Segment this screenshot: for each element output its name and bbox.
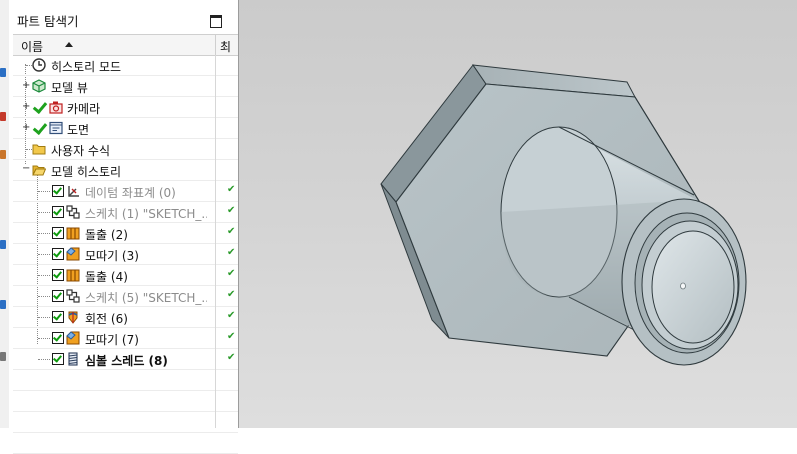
feature-checkbox[interactable] — [52, 185, 64, 197]
tree-row[interactable]: 데이텀 좌표계 (0) ✔ — [13, 181, 238, 202]
tree-row-label: 도면 — [67, 123, 90, 137]
chamfer-icon — [66, 247, 80, 261]
clock-icon — [32, 58, 46, 72]
status-check-icon: ✔ — [227, 331, 236, 342]
expand-plus-icon[interactable]: + — [22, 81, 30, 91]
graphics-viewport[interactable] — [239, 0, 797, 428]
status-check-icon: ✔ — [227, 310, 236, 321]
feature-checkbox[interactable] — [52, 332, 64, 344]
column-name-header[interactable]: 이름 — [21, 38, 43, 55]
drawing-sheet-icon — [49, 121, 63, 135]
tree-row[interactable]: 히스토리 모드 — [13, 55, 238, 76]
tree-row[interactable]: 스케치 (5) "SKETCH_... ✔ — [13, 286, 238, 307]
tree-row-label: 심볼 스레드 (8) — [85, 354, 168, 368]
status-check-icon: ✔ — [227, 247, 236, 258]
symbolic-thread-icon — [68, 352, 78, 366]
tree-row[interactable]: 사용자 수식 — [13, 139, 238, 160]
maximize-icon[interactable] — [210, 15, 222, 28]
revolve-icon — [68, 311, 78, 324]
sort-ascending-icon[interactable] — [65, 42, 73, 47]
status-check-icon: ✔ — [227, 268, 236, 279]
tree-row[interactable]: 모따기 (3) ✔ — [13, 244, 238, 265]
sketch-icon — [66, 289, 80, 303]
tree-row-label: 모따기 (7) — [85, 333, 139, 347]
column2-header[interactable]: 최 — [220, 38, 234, 55]
tree-row-label: 모델 히스토리 — [51, 165, 122, 179]
green-check-icon — [32, 98, 48, 115]
tree-row[interactable]: 모따기 (7) ✔ — [13, 328, 238, 349]
tree-row[interactable]: − 모델 히스토리 — [13, 160, 238, 181]
tree-row[interactable]: 돌출 (4) ✔ — [13, 265, 238, 286]
tree-row-label: 모델 뷰 — [51, 81, 88, 95]
toolbar-blue-icon-3[interactable] — [0, 300, 6, 309]
feature-checkbox[interactable] — [52, 269, 64, 281]
tree-row[interactable]: 회전 (6) ✔ — [13, 307, 238, 328]
toolbar-orange-icon[interactable] — [0, 150, 6, 159]
tree-row[interactable]: 심볼 스레드 (8) ✔ — [13, 349, 238, 370]
tree-row[interactable]: + 카메라 — [13, 97, 238, 118]
feature-checkbox[interactable] — [52, 290, 64, 302]
tree-row-label: 카메라 — [67, 102, 101, 116]
tree-row-label: 스케치 (1) "SKETCH_... — [85, 207, 207, 221]
tree-row[interactable]: + 모델 뷰 — [13, 76, 238, 97]
collapse-minus-icon[interactable]: − — [22, 164, 30, 174]
feature-checkbox[interactable] — [52, 248, 64, 260]
part-navigator-panel: 파트 탐색기 이름 최 히스토리 모드 + 모델 뷰 + 카메라 + 도면 사용… — [9, 0, 239, 454]
chamfer-icon — [66, 331, 80, 345]
column-header: 이름 최 — [13, 34, 238, 56]
toolbar-gray-icon[interactable] — [0, 352, 6, 361]
status-check-icon: ✔ — [227, 352, 236, 363]
datum-csys-icon — [68, 186, 79, 197]
tree-row-label: 모따기 (3) — [85, 249, 139, 263]
status-check-icon: ✔ — [227, 184, 236, 195]
model-views-icon — [32, 79, 46, 93]
status-check-icon: ✔ — [227, 205, 236, 216]
status-check-icon: ✔ — [227, 226, 236, 237]
tree-row-label: 돌출 (4) — [85, 270, 128, 284]
empty-row — [13, 412, 238, 433]
feature-checkbox[interactable] — [52, 206, 64, 218]
toolbar-blue-icon[interactable] — [0, 68, 6, 77]
expand-plus-icon[interactable]: + — [22, 102, 30, 112]
tree-row-label: 회전 (6) — [85, 312, 128, 326]
expand-plus-icon[interactable]: + — [22, 123, 30, 133]
extrude-icon — [66, 269, 80, 282]
folder-open-icon — [32, 165, 46, 176]
tree-row-label: 스케치 (5) "SKETCH_... — [85, 291, 207, 305]
empty-row — [13, 391, 238, 412]
panel-titlebar: 파트 탐색기 — [9, 0, 238, 34]
tree-row[interactable]: + 도면 — [13, 118, 238, 139]
tree-row-label: 사용자 수식 — [51, 144, 111, 158]
tree-row-label: 데이텀 좌표계 (0) — [85, 186, 176, 200]
extrude-icon — [66, 227, 80, 240]
tree-row-label: 히스토리 모드 — [51, 60, 122, 74]
empty-row — [13, 370, 238, 391]
feature-checkbox[interactable] — [52, 353, 64, 365]
bolt-3d-model[interactable] — [239, 0, 797, 428]
tree-row[interactable]: 스케치 (1) "SKETCH_... ✔ — [13, 202, 238, 223]
toolbar-blue-icon-2[interactable] — [0, 240, 6, 249]
toolbar-red-icon[interactable] — [0, 112, 6, 121]
folder-icon — [32, 144, 46, 155]
status-check-icon: ✔ — [227, 289, 236, 300]
tree-row[interactable]: 돌출 (2) ✔ — [13, 223, 238, 244]
camera-icon — [49, 101, 63, 114]
part-tree: 히스토리 모드 + 모델 뷰 + 카메라 + 도면 사용자 수식 − 모델 히스… — [13, 55, 238, 454]
sketch-icon — [66, 205, 80, 219]
panel-title: 파트 탐색기 — [17, 14, 79, 29]
empty-row — [13, 433, 238, 454]
feature-checkbox[interactable] — [52, 227, 64, 239]
tree-row-label: 돌출 (2) — [85, 228, 128, 242]
feature-checkbox[interactable] — [52, 311, 64, 323]
green-check-icon — [32, 119, 48, 136]
